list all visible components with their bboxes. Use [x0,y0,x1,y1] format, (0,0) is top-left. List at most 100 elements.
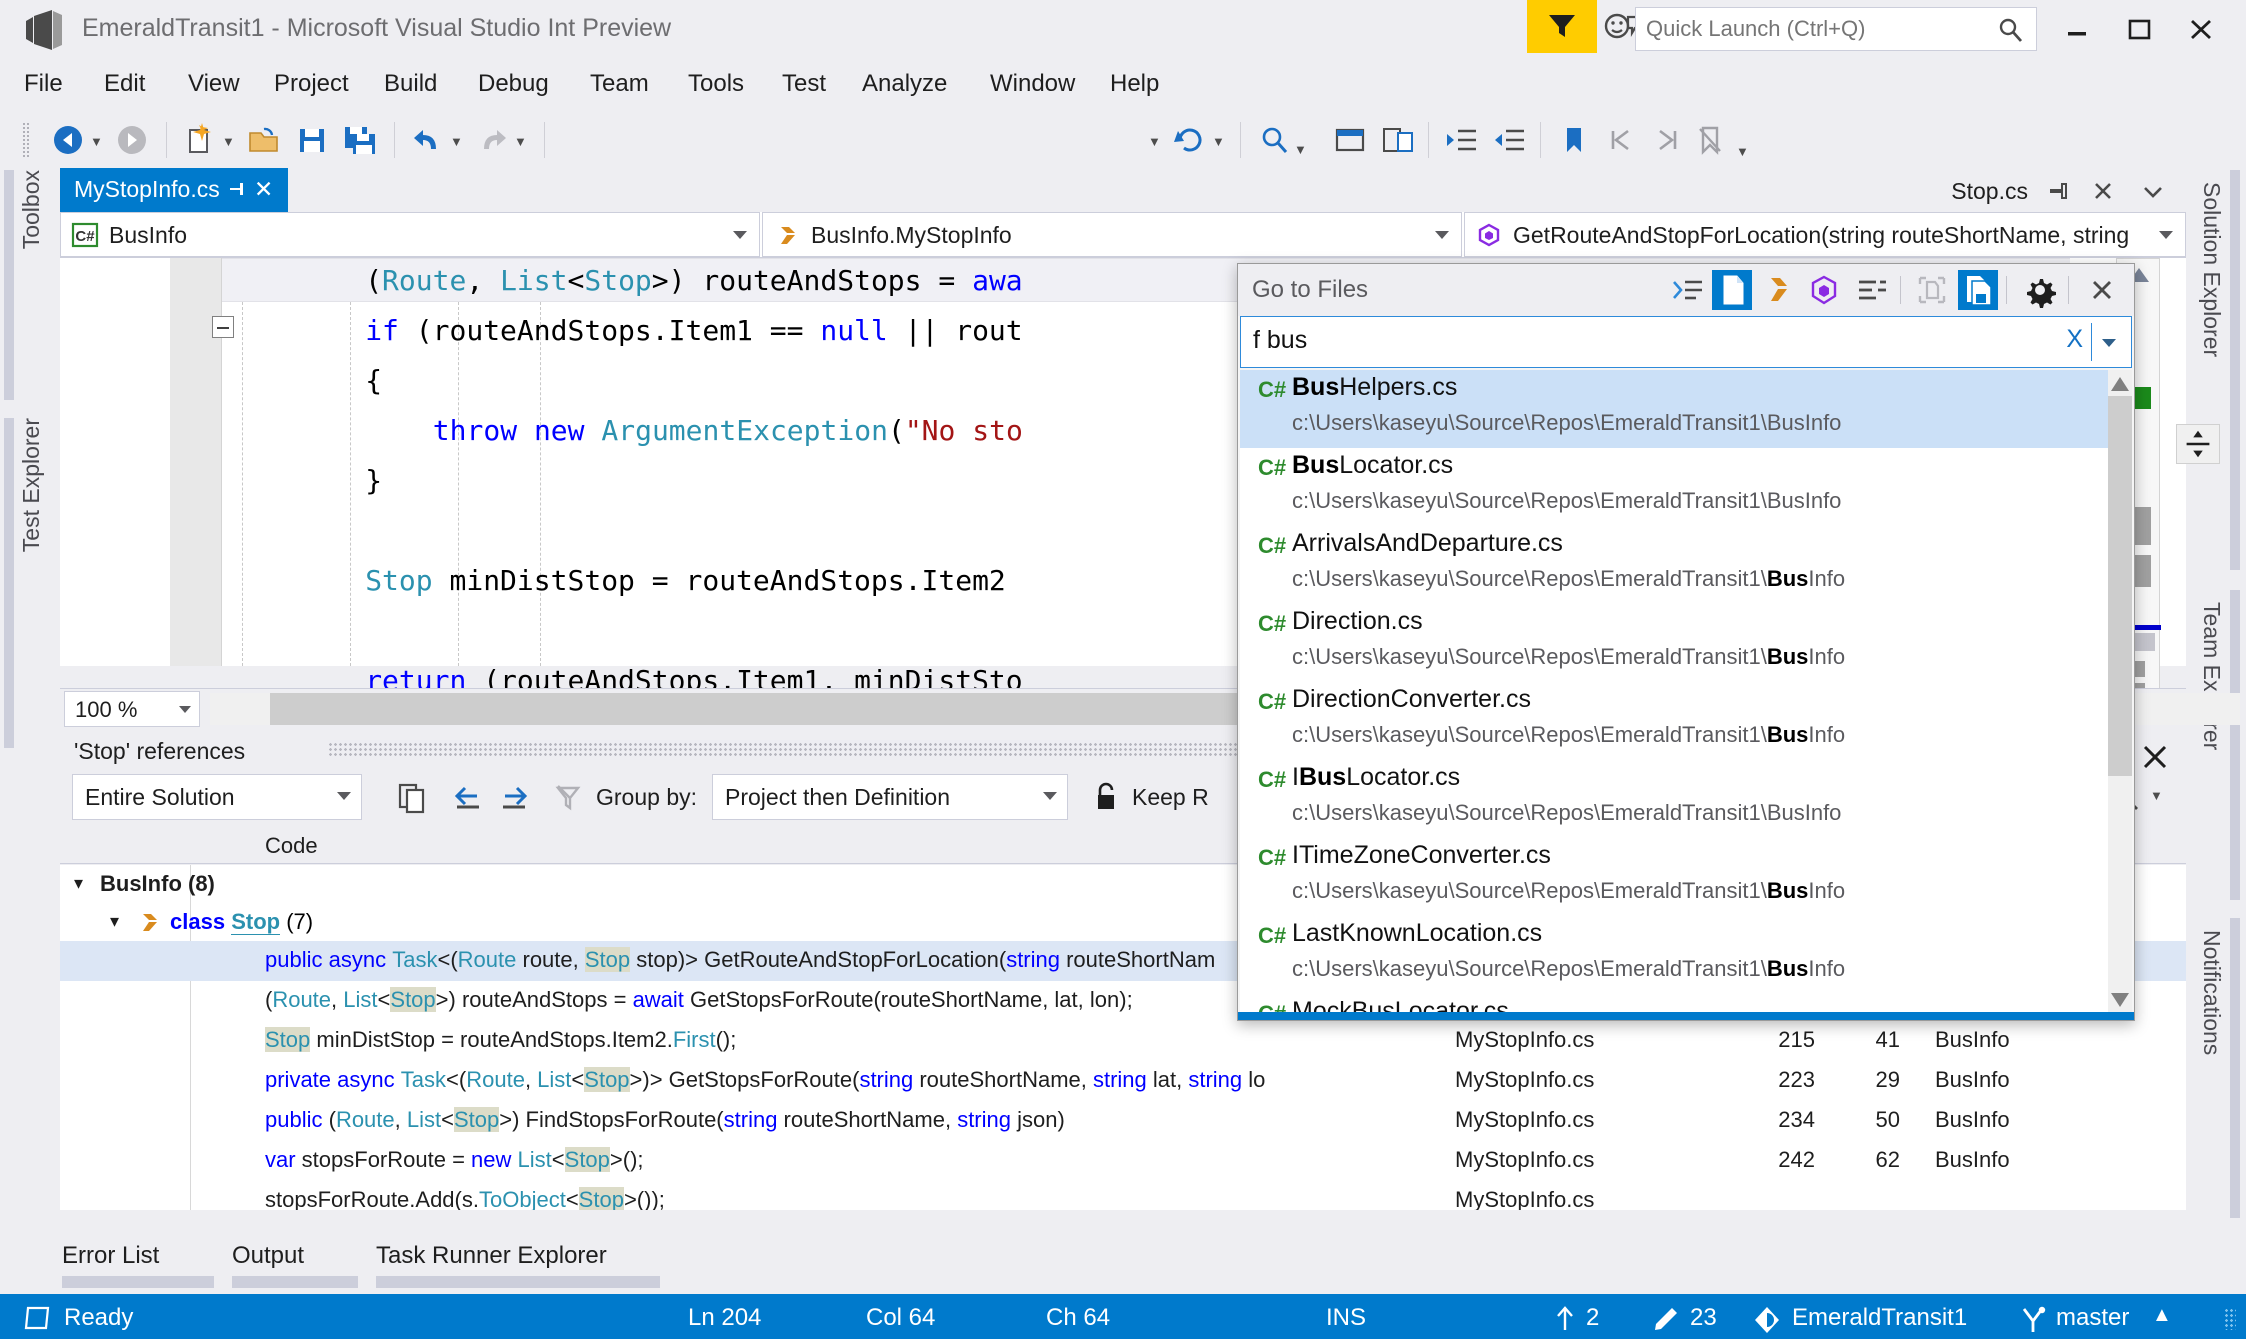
list-item[interactable]: C# ITimeZoneConverter.cs c:\Users\kaseyu\S… [1240,838,2108,916]
tab-error-list[interactable]: Error List [62,1240,214,1288]
go-to-files-results[interactable]: C# BusHelpers.cs c:\Users\kaseyu\Source\Re… [1240,370,2132,1014]
quick-launch-box[interactable] [1635,7,2037,51]
outdent-icon[interactable] [1490,121,1530,159]
symbols-filter-icon[interactable] [1852,270,1892,310]
close-icon[interactable] [2082,270,2122,310]
list-item[interactable]: C# IBusLocator.cs c:\Users\kaseyu\Source\R… [1240,760,2108,838]
refresh-icon[interactable] [1170,121,1210,159]
refresh-dropdown-icon[interactable]: ▼ [1212,134,1228,149]
list-item[interactable]: C# ArrivalsAndDeparture.cs c:\Users\kaseyu… [1240,526,2108,604]
find-icon[interactable] [1254,121,1294,159]
next-location-icon[interactable] [496,780,532,816]
types-filter-icon[interactable] [1760,270,1800,310]
close-icon[interactable]: ✕ [254,176,273,203]
toggle-details-icon[interactable] [1668,270,1708,310]
editor-gutter[interactable] [60,258,170,666]
status-edits-count[interactable]: 23 [1690,1304,1717,1332]
lock-icon[interactable] [1090,780,1122,816]
collapse-region-icon[interactable] [212,316,234,338]
group-by-combo[interactable]: Project then Definition [712,774,1068,820]
split-view-button[interactable] [2176,424,2220,464]
bookmark-icon[interactable] [1554,121,1594,159]
list-item[interactable]: C# BusHelpers.cs c:\Users\kaseyu\Source\Re… [1240,370,2108,448]
close-button[interactable] [2172,10,2230,48]
previous-location-icon[interactable] [450,780,486,816]
menu-test[interactable]: Test [770,64,838,104]
preview-selected-item-icon[interactable] [1958,270,1998,310]
list-item[interactable]: C# DirectionConverter.cs c:\Users\kaseyu\S… [1240,682,2108,760]
list-item[interactable]: C# LastKnownLocation.cs c:\Users\kaseyu\So… [1240,916,2108,994]
branch-icon[interactable] [2018,1305,2048,1335]
menu-build[interactable]: Build [372,64,449,104]
maximize-button[interactable] [2110,10,2168,48]
navigate-back-icon[interactable] [48,121,88,159]
comment-selection-icon[interactable] [1378,121,1418,159]
status-repository[interactable]: EmeraldTransit1 [1792,1304,1967,1332]
indent-icon[interactable] [1442,121,1482,159]
close-icon[interactable] [2090,178,2116,204]
status-branch-caret-icon[interactable]: ▲ [2152,1304,2172,1327]
sidebar-item-toolbox[interactable]: Toolbox [4,170,56,400]
gear-icon[interactable] [2020,270,2060,310]
scope-combo[interactable]: Entire Solution [72,774,362,820]
chevron-down-icon[interactable] [2140,182,2166,202]
column-header-code[interactable]: Code [265,833,318,859]
navbar-project-combo[interactable]: C# BusInfo [60,212,760,257]
start-debugging-dropdown-icon[interactable]: ▼ [1148,134,1164,149]
send-feedback-button[interactable] [1527,0,1597,53]
sidebar-item-notifications[interactable]: Notifications [2188,918,2240,1218]
status-branch[interactable]: master [2056,1304,2129,1332]
copy-icon[interactable] [394,780,430,816]
members-filter-icon[interactable] [1804,270,1844,310]
menu-team[interactable]: Team [578,64,661,104]
resize-grip[interactable] [2224,1308,2236,1330]
sidebar-item-solution-explorer[interactable]: Solution Explorer [2188,170,2240,570]
go-to-files-query[interactable]: f bus [1253,326,1307,355]
pencil-icon[interactable] [1650,1305,1680,1333]
new-item-dropdown-icon[interactable]: ▼ [222,134,238,149]
table-row[interactable]: public (Route, List<Stop>) FindStopsForR… [60,1101,2186,1141]
panel-layout-icon[interactable] [1330,121,1370,159]
expander-icon[interactable]: ▾ [74,873,83,894]
navbar-member-combo[interactable]: GetRouteAndStopForLocation(string routeS… [1464,212,2186,257]
zoom-level-combo[interactable]: 100 % [64,691,200,727]
navbar-type-combo[interactable]: BusInfo.MyStopInfo [762,212,1462,257]
menu-analyze[interactable]: Analyze [850,64,959,104]
undo-icon[interactable] [408,121,448,159]
list-item[interactable]: C# Direction.cs c:\Users\kaseyu\Source\Rep… [1240,604,2108,682]
pin-icon[interactable] [226,178,248,200]
chevron-down-icon[interactable]: ▼ [2150,788,2166,803]
menu-help[interactable]: Help [1098,64,1171,104]
table-row[interactable]: private async Task<(Route, List<Stop>)> … [60,1061,2186,1101]
undo-dropdown-icon[interactable]: ▼ [450,134,466,149]
close-icon[interactable] [2138,740,2172,774]
scroll-thumb[interactable] [2108,396,2132,776]
search-history-dropdown[interactable] [2091,323,2125,361]
menu-window[interactable]: Window [978,64,1087,104]
sidebar-item-team-explorer[interactable]: Team Explorer [2188,590,2240,900]
save-all-icon[interactable] [340,121,380,159]
status-pending-changes[interactable]: 2 [1586,1304,1599,1332]
table-row[interactable]: var stopsForRoute = new List<Stop>(); MyS… [60,1141,2186,1181]
minimize-button[interactable] [2048,10,2106,48]
open-file-icon[interactable] [244,121,284,159]
go-to-files-popup[interactable]: Go to Files f bus X C# BusHelpers.cs c:\… [1237,263,2135,1021]
clear-search-icon[interactable]: X [2066,325,2083,354]
document-tab-mystopinfo[interactable]: MyStopInfo.cs ✕ [60,168,288,212]
up-arrow-icon[interactable] [1552,1305,1578,1333]
menu-project[interactable]: Project [262,64,361,104]
save-icon[interactable] [292,121,332,159]
menu-view[interactable]: View [176,64,252,104]
go-to-files-search-box[interactable]: f bus X [1240,316,2132,368]
new-item-icon[interactable] [180,121,220,159]
scroll-down-icon[interactable] [2108,988,2132,1012]
menu-tools[interactable]: Tools [676,64,756,104]
menu-debug[interactable]: Debug [466,64,561,104]
scroll-up-icon[interactable] [2108,372,2132,396]
list-item[interactable]: C# MockBusLocator.cs [1240,994,2108,1014]
files-filter-icon[interactable] [1712,270,1752,310]
pin-icon[interactable] [2046,178,2072,204]
list-item[interactable]: C# BusLocator.cs c:\Users\kaseyu\Source\Re… [1240,448,2108,526]
toolbar-overflow-icon[interactable]: ▼ [1736,144,1752,159]
find-dropdown-icon[interactable]: ▼ [1294,142,1310,157]
